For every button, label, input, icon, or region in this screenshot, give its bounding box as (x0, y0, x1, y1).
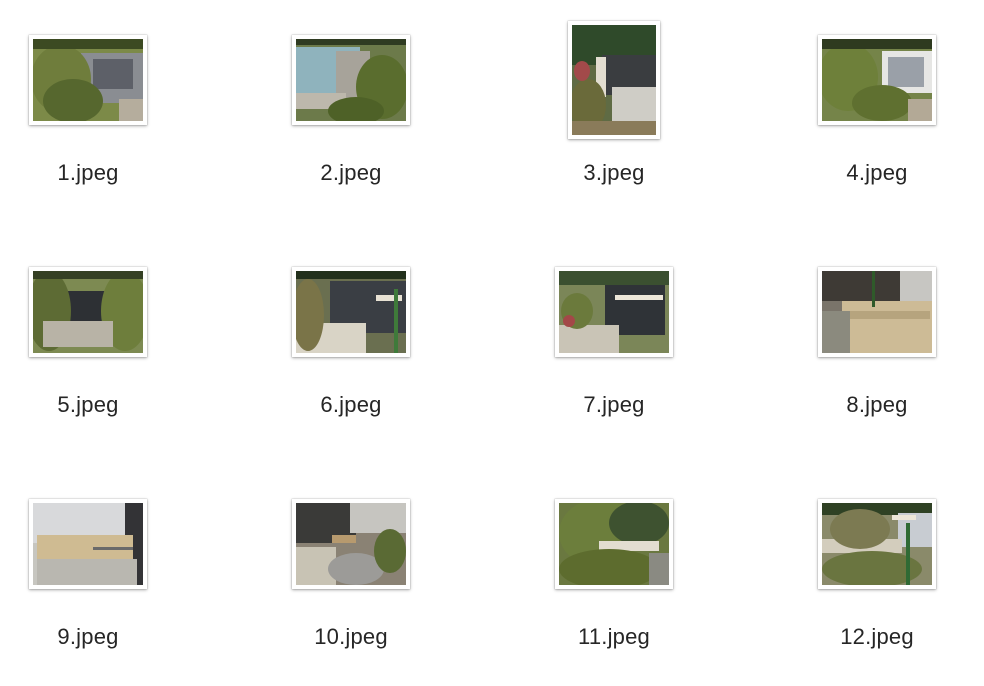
file-name-label[interactable]: 12.jpeg (789, 624, 965, 650)
file-name-label[interactable]: 11.jpeg (526, 624, 702, 650)
photo-image (33, 271, 143, 353)
file-thumbnail[interactable] (568, 21, 660, 139)
file-name-label[interactable]: 3.jpeg (526, 160, 702, 186)
file-item[interactable]: 3.jpeg (526, 0, 706, 200)
file-thumbnail[interactable] (292, 499, 410, 589)
photo-image (822, 271, 932, 353)
file-item[interactable]: 4.jpeg (789, 0, 969, 200)
file-thumbnail[interactable] (555, 499, 673, 589)
photo-image (296, 39, 406, 121)
photo-image (296, 503, 406, 585)
file-item[interactable]: 12.jpeg (789, 464, 969, 664)
file-name-label[interactable]: 5.jpeg (0, 392, 176, 418)
file-thumbnail[interactable] (818, 499, 936, 589)
file-item[interactable]: 1.jpeg (0, 0, 180, 200)
file-item[interactable]: 6.jpeg (263, 232, 443, 432)
file-grid: 1.jpeg 2.jpeg 3.jpeg 4.jpeg 5.jpeg 6.jpe… (0, 0, 984, 686)
photo-image (822, 39, 932, 121)
photo-image (572, 25, 656, 135)
file-thumbnail[interactable] (292, 267, 410, 357)
file-name-label[interactable]: 6.jpeg (263, 392, 439, 418)
file-item[interactable]: 8.jpeg (789, 232, 969, 432)
file-thumbnail[interactable] (555, 267, 673, 357)
photo-image (33, 39, 143, 121)
photo-image (559, 271, 669, 353)
file-name-label[interactable]: 9.jpeg (0, 624, 176, 650)
file-thumbnail[interactable] (29, 35, 147, 125)
file-item[interactable]: 9.jpeg (0, 464, 180, 664)
photo-image (296, 271, 406, 353)
file-thumbnail[interactable] (29, 499, 147, 589)
file-item[interactable]: 11.jpeg (526, 464, 706, 664)
file-thumbnail[interactable] (818, 267, 936, 357)
file-name-label[interactable]: 4.jpeg (789, 160, 965, 186)
file-item[interactable]: 10.jpeg (263, 464, 443, 664)
file-name-label[interactable]: 1.jpeg (0, 160, 176, 186)
file-item[interactable]: 2.jpeg (263, 0, 443, 200)
photo-image (33, 503, 143, 585)
file-thumbnail[interactable] (292, 35, 410, 125)
file-item[interactable]: 7.jpeg (526, 232, 706, 432)
file-item[interactable]: 5.jpeg (0, 232, 180, 432)
file-thumbnail[interactable] (818, 35, 936, 125)
file-name-label[interactable]: 8.jpeg (789, 392, 965, 418)
file-name-label[interactable]: 10.jpeg (263, 624, 439, 650)
file-name-label[interactable]: 7.jpeg (526, 392, 702, 418)
file-thumbnail[interactable] (29, 267, 147, 357)
file-name-label[interactable]: 2.jpeg (263, 160, 439, 186)
photo-image (822, 503, 932, 585)
photo-image (559, 503, 669, 585)
